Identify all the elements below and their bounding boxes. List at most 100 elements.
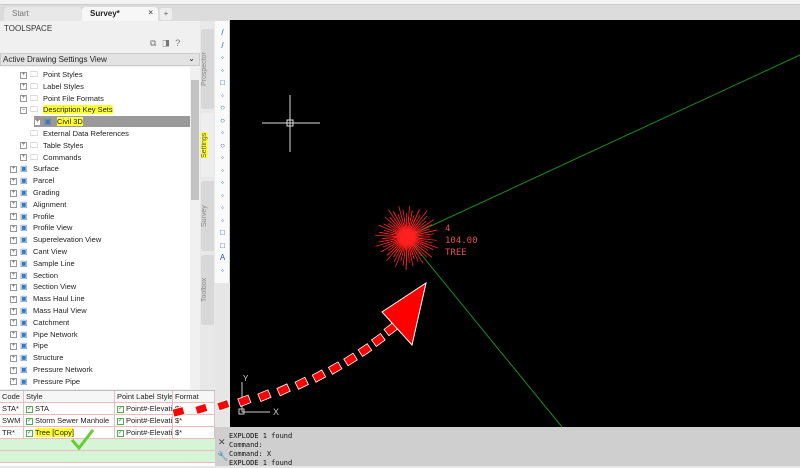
tree-item[interactable]: +▣Parcel <box>10 175 54 186</box>
region-icon[interactable]: □ <box>217 227 228 238</box>
line-icon[interactable]: / <box>217 27 228 38</box>
tab-survey[interactable]: Survey*× <box>82 7 158 21</box>
item-view-icon[interactable]: ⧉ <box>150 38 162 48</box>
tree-item[interactable]: +▣Superelevation View <box>10 234 101 245</box>
expand-toggle[interactable]: + <box>10 296 17 303</box>
style-cell[interactable]: ✓STA <box>24 403 115 415</box>
expand-toggle[interactable]: + <box>20 154 27 161</box>
expand-toggle[interactable]: + <box>10 272 17 279</box>
polygon-icon[interactable]: ◦ <box>217 65 228 76</box>
tree-item[interactable]: +▣Civil 3D <box>34 116 190 127</box>
tree-item[interactable]: +▣Pressure Network <box>10 364 93 375</box>
ellipse-arc-icon[interactable]: ◦ <box>217 152 228 163</box>
tree-item[interactable]: +▣Profile <box>10 211 54 222</box>
insert-block-icon[interactable]: ◦ <box>217 165 228 176</box>
tree-item[interactable]: +▣Sample Line <box>10 258 75 269</box>
checkbox[interactable]: ✓ <box>117 418 124 425</box>
tree-item[interactable]: +▣Grading <box>10 187 60 198</box>
column-header-point-label-style[interactable]: Point Label Style <box>115 391 173 403</box>
side-tab-prospector[interactable]: Prospector <box>201 29 214 109</box>
expand-toggle[interactable]: + <box>34 119 41 126</box>
polyline-icon[interactable]: / <box>217 40 228 51</box>
command-line-window[interactable]: ✕ 🔧 EXPLODE 1 foundCommand:Command: XEXP… <box>215 427 800 466</box>
tree-item[interactable]: +🗀Commands <box>20 152 81 163</box>
tree-item[interactable]: +▣Catchment <box>10 317 69 328</box>
tree-item[interactable]: +▣Structure <box>10 352 63 363</box>
ellipse-icon[interactable]: ○ <box>217 140 228 151</box>
code-cell[interactable]: TR* <box>0 427 24 439</box>
close-icon[interactable]: ✕ <box>218 437 226 448</box>
table-row[interactable]: TR* ✓Tree [Copy] ✓Point#-Elevati $* <box>0 427 215 439</box>
make-block-icon[interactable]: ◦ <box>217 177 228 188</box>
style-cell[interactable]: ✓Storm Sewer Manhole <box>24 415 115 427</box>
expand-toggle[interactable]: + <box>10 178 17 185</box>
column-header-format[interactable]: Format <box>173 391 215 403</box>
expand-toggle[interactable]: + <box>10 367 17 374</box>
preview-icon[interactable]: ◨ <box>162 38 175 48</box>
expand-toggle[interactable]: + <box>10 308 17 315</box>
side-tab-survey[interactable]: Survey <box>201 181 214 251</box>
new-tab-button[interactable]: + <box>160 8 172 20</box>
expand-toggle[interactable]: + <box>10 201 17 208</box>
tree-item[interactable]: +▣Mass Haul View <box>10 305 87 316</box>
checkbox[interactable]: ✓ <box>117 406 124 413</box>
column-header-style[interactable]: Style <box>24 391 115 403</box>
expand-toggle[interactable]: + <box>10 190 17 197</box>
format-cell[interactable]: $* <box>173 403 215 415</box>
tree-item[interactable]: +▣Pressure Pipe <box>10 376 80 387</box>
expand-toggle[interactable]: + <box>10 343 17 350</box>
expand-toggle[interactable]: + <box>10 319 17 326</box>
side-tab-settings[interactable]: Settings <box>201 113 214 177</box>
tree-item[interactable]: +▣Alignment <box>10 199 66 210</box>
table-row[interactable]: STA* ✓STA ✓Point#-Elevati $* <box>0 403 215 415</box>
arc-icon[interactable]: ◦ <box>217 52 228 63</box>
expand-toggle[interactable]: + <box>10 225 17 232</box>
expand-toggle[interactable]: + <box>10 237 17 244</box>
format-cell[interactable]: $* <box>173 427 215 439</box>
side-tab-toolbox[interactable]: Toolbox <box>201 255 214 325</box>
view-selector[interactable]: Active Drawing Settings View⌄ <box>0 53 200 66</box>
tree-item[interactable]: +🗀Label Styles <box>20 81 84 92</box>
wrench-icon[interactable]: 🔧 <box>217 451 228 462</box>
tree-item[interactable]: +🗀Point File Formats <box>20 93 104 104</box>
arc-icon[interactable]: ◦ <box>217 90 228 101</box>
expand-toggle[interactable]: + <box>10 260 17 267</box>
tree-item[interactable]: +🗀Table Styles <box>20 140 83 151</box>
label-style-cell[interactable]: ✓Point#-Elevati <box>115 415 173 427</box>
expand-toggle[interactable]: + <box>10 284 17 291</box>
format-cell[interactable]: $* <box>173 415 215 427</box>
help-icon[interactable]: ? <box>175 38 186 48</box>
tree-item[interactable]: +▣Surface <box>10 163 59 174</box>
expand-toggle[interactable]: + <box>20 72 27 79</box>
expand-toggle[interactable]: + <box>10 355 17 362</box>
hatch-icon[interactable]: ◦ <box>217 202 228 213</box>
cloud-icon[interactable]: ○ <box>217 115 228 126</box>
gradient-icon[interactable]: ◦ <box>217 215 228 226</box>
tree-item[interactable]: +▣Section <box>10 270 58 281</box>
table-row[interactable]: SWM ✓Storm Sewer Manhole ✓Point#-Elevati… <box>0 415 215 427</box>
checkbox[interactable]: ✓ <box>117 430 124 437</box>
circle-icon[interactable]: ○ <box>217 102 228 113</box>
spline-icon[interactable]: ◦ <box>217 127 228 138</box>
rectangle-icon[interactable]: □ <box>217 77 228 88</box>
expand-toggle[interactable]: + <box>10 166 17 173</box>
scrollbar-thumb[interactable] <box>191 80 199 200</box>
close-icon[interactable]: × <box>148 8 153 17</box>
label-style-cell[interactable]: ✓Point#-Elevati <box>115 427 173 439</box>
tab-start[interactable]: Start <box>4 7 82 21</box>
drawing-canvas[interactable] <box>230 20 800 427</box>
expand-toggle[interactable]: − <box>20 107 27 114</box>
column-header-code[interactable]: Code <box>0 391 24 403</box>
style-cell[interactable]: ✓Tree [Copy] <box>24 427 115 439</box>
text-icon[interactable]: A <box>217 252 228 263</box>
code-cell[interactable]: STA* <box>0 403 24 415</box>
tree-item[interactable]: +▣Cant View <box>10 246 67 257</box>
checkbox[interactable]: ✓ <box>26 430 33 437</box>
tree-item[interactable]: −🗀Description Key Sets <box>20 104 113 115</box>
tree-item[interactable]: +▣Profile View <box>10 222 72 233</box>
code-cell[interactable]: SWM <box>0 415 24 427</box>
expand-toggle[interactable]: + <box>20 142 27 149</box>
add-selected-icon[interactable]: ◦ <box>217 265 228 276</box>
table-icon[interactable]: □ <box>217 240 228 251</box>
point-icon[interactable]: ◦ <box>217 190 228 201</box>
